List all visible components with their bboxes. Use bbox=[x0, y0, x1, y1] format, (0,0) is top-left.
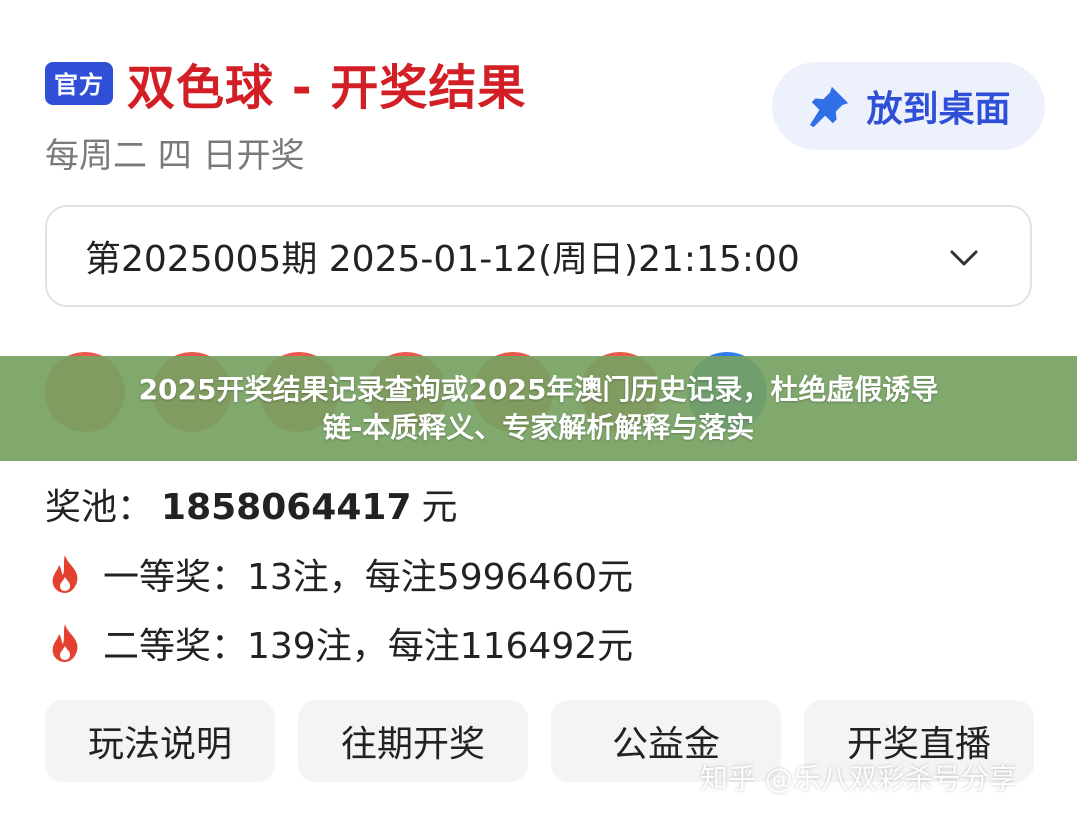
caption-line-1: 2025开奖结果记录查询或2025年澳门历史记录，杜绝虚假诱导 bbox=[138, 372, 939, 406]
prize-second: 二等奖：139注，每注116492元 bbox=[45, 617, 633, 669]
caption-overlay: 2025开奖结果记录查询或2025年澳门历史记录，杜绝虚假诱导 链-本质释义、专… bbox=[0, 356, 1077, 461]
draw-schedule: 每周二 四 日开奖 bbox=[45, 136, 305, 176]
jackpot-label: 奖池： bbox=[45, 487, 154, 528]
past-draws-button[interactable]: 往期开奖 bbox=[298, 700, 528, 782]
caption-line-2: 链-本质释义、专家解析解释与落实 bbox=[322, 410, 755, 444]
watermark: 知乎 @乐八双彩杀号分享 bbox=[700, 762, 1017, 795]
add-to-desktop-button[interactable]: 放到桌面 bbox=[772, 62, 1045, 150]
jackpot-value: 1858064417 bbox=[161, 487, 412, 528]
jackpot-unit: 元 bbox=[421, 487, 458, 528]
flame-icon bbox=[52, 555, 78, 593]
prize-second-text: 二等奖：139注，每注116492元 bbox=[103, 626, 634, 667]
rules-button[interactable]: 玩法说明 bbox=[45, 700, 275, 782]
add-to-desktop-label: 放到桌面 bbox=[866, 89, 1011, 130]
jackpot: 奖池： 1858064417 元 bbox=[45, 478, 458, 530]
pin-icon bbox=[810, 86, 849, 128]
prize-first-text: 一等奖：13注，每注5996460元 bbox=[103, 557, 634, 598]
prize-first: 一等奖：13注，每注5996460元 bbox=[45, 548, 633, 600]
issue-select[interactable]: 第2025005期 2025-01-12(周日)21:15:00 bbox=[45, 205, 1032, 307]
flame-icon bbox=[52, 624, 78, 662]
issue-selected-value: 第2025005期 2025-01-12(周日)21:15:00 bbox=[85, 239, 800, 280]
chevron-down-icon bbox=[950, 250, 978, 266]
official-badge: 官方 bbox=[45, 61, 113, 105]
page-title: 双色球 - 开奖结果 bbox=[127, 60, 527, 116]
header: 官方 双色球 - 开奖结果 bbox=[45, 48, 526, 118]
